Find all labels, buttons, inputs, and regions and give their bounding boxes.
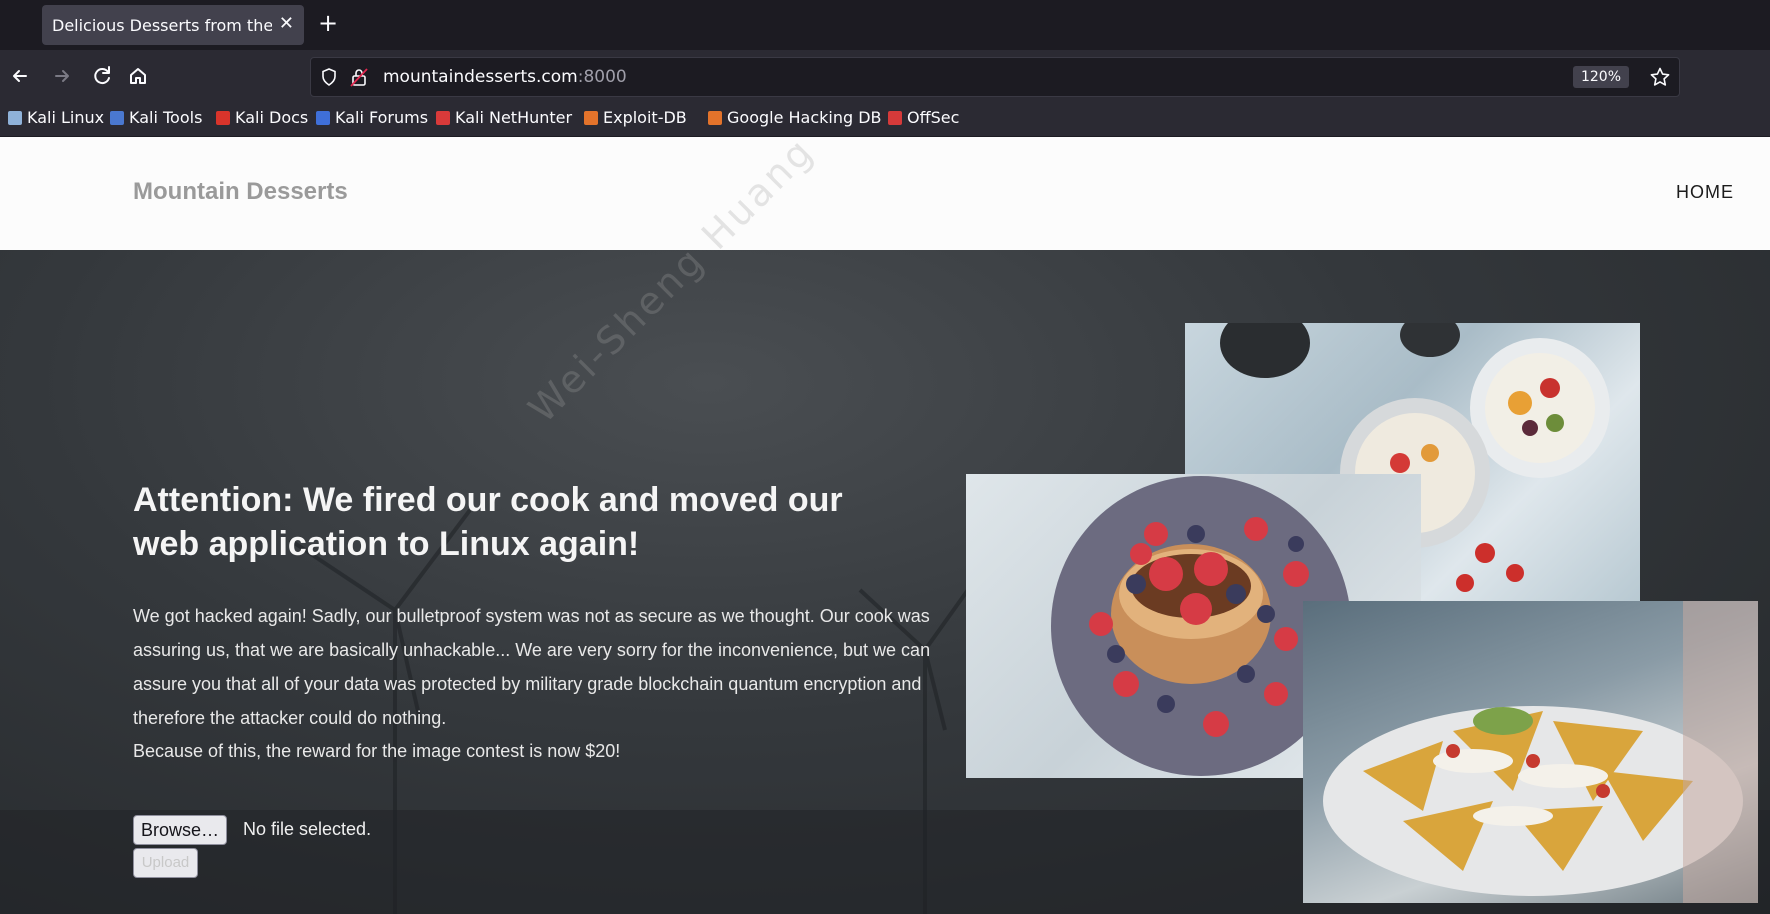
insecure-lock-icon[interactable] bbox=[349, 66, 369, 88]
upload-button[interactable]: Upload bbox=[133, 848, 198, 878]
bookmark-label: Kali Forums bbox=[335, 108, 429, 127]
kali-linux-icon bbox=[8, 111, 22, 125]
hero-section: Attention: We fired our cook and moved o… bbox=[0, 250, 1770, 914]
bookmark-label: Google Hacking DB bbox=[727, 108, 882, 127]
nav-home-link[interactable]: HOME bbox=[1676, 182, 1734, 203]
kali-tools-icon bbox=[110, 111, 124, 125]
bookmark-kali-docs[interactable]: Kali Docs bbox=[216, 108, 308, 127]
bookmark-offsec[interactable]: OffSec bbox=[888, 108, 959, 127]
bookmarks-toolbar: Kali Linux Kali Tools Kali Docs Kali For… bbox=[0, 102, 1770, 137]
bookmark-kali-forums[interactable]: Kali Forums bbox=[316, 108, 428, 127]
active-tab[interactable]: Delicious Desserts from the Mountains ✕ bbox=[42, 5, 304, 45]
bookmark-kali-linux[interactable]: Kali Linux bbox=[8, 108, 104, 127]
forward-icon[interactable] bbox=[48, 62, 76, 90]
bookmark-label: Exploit-DB bbox=[603, 108, 687, 127]
bookmark-exploit-db[interactable]: Exploit-DB bbox=[584, 108, 687, 127]
tab-title: Delicious Desserts from the Mountains bbox=[52, 16, 272, 35]
bookmark-star-icon[interactable] bbox=[1649, 66, 1671, 88]
back-icon[interactable] bbox=[6, 62, 34, 90]
offsec-icon bbox=[888, 111, 902, 125]
exploit-db-icon bbox=[584, 111, 598, 125]
bookmark-kali-tools[interactable]: Kali Tools bbox=[110, 108, 202, 127]
bookmark-label: Kali NetHunter bbox=[455, 108, 573, 127]
bookmark-label: Kali Linux bbox=[27, 108, 105, 127]
bookmark-kali-nethunter[interactable]: Kali NetHunter bbox=[436, 108, 572, 127]
file-status-text: No file selected. bbox=[243, 819, 372, 839]
intro-paragraph: We got hacked again! Sadly, our bulletpr… bbox=[133, 606, 931, 728]
address-bar[interactable]: mountaindesserts.com:8000 120% bbox=[310, 57, 1680, 97]
nachos-plate-photo bbox=[1303, 601, 1758, 903]
url-port: :8000 bbox=[577, 67, 627, 87]
url-host: mountaindesserts.com bbox=[383, 67, 578, 87]
kali-nethunter-icon bbox=[436, 111, 450, 125]
close-tab-icon[interactable]: ✕ bbox=[279, 13, 294, 34]
google-hacking-db-icon bbox=[708, 111, 722, 125]
bookmark-label: Kali Docs bbox=[235, 108, 309, 127]
site-brand[interactable]: Mountain Desserts bbox=[133, 178, 348, 206]
site-header: Mountain Desserts HOME bbox=[0, 137, 1770, 250]
zoom-indicator[interactable]: 120% bbox=[1572, 66, 1629, 88]
bookmark-google-hacking-db[interactable]: Google Hacking DB bbox=[708, 108, 882, 127]
reward-text: Because of this, the reward for the imag… bbox=[133, 741, 621, 761]
new-tab-button[interactable]: + bbox=[318, 10, 338, 36]
tab-strip: Delicious Desserts from the Mountains ✕ … bbox=[0, 0, 1770, 50]
reload-icon[interactable] bbox=[88, 62, 116, 90]
bookmark-label: OffSec bbox=[907, 108, 960, 127]
navigation-toolbar: mountaindesserts.com:8000 120% bbox=[0, 50, 1770, 102]
browse-button[interactable]: Browse… bbox=[133, 815, 228, 845]
page-headline: Attention: We fired our cook and moved o… bbox=[133, 481, 843, 563]
kali-forums-icon bbox=[316, 111, 330, 125]
home-icon[interactable] bbox=[124, 62, 152, 90]
url-text: mountaindesserts.com:8000 bbox=[383, 67, 627, 87]
bookmark-label: Kali Tools bbox=[129, 108, 203, 127]
kali-docs-icon bbox=[216, 111, 230, 125]
shield-icon[interactable] bbox=[319, 67, 339, 87]
